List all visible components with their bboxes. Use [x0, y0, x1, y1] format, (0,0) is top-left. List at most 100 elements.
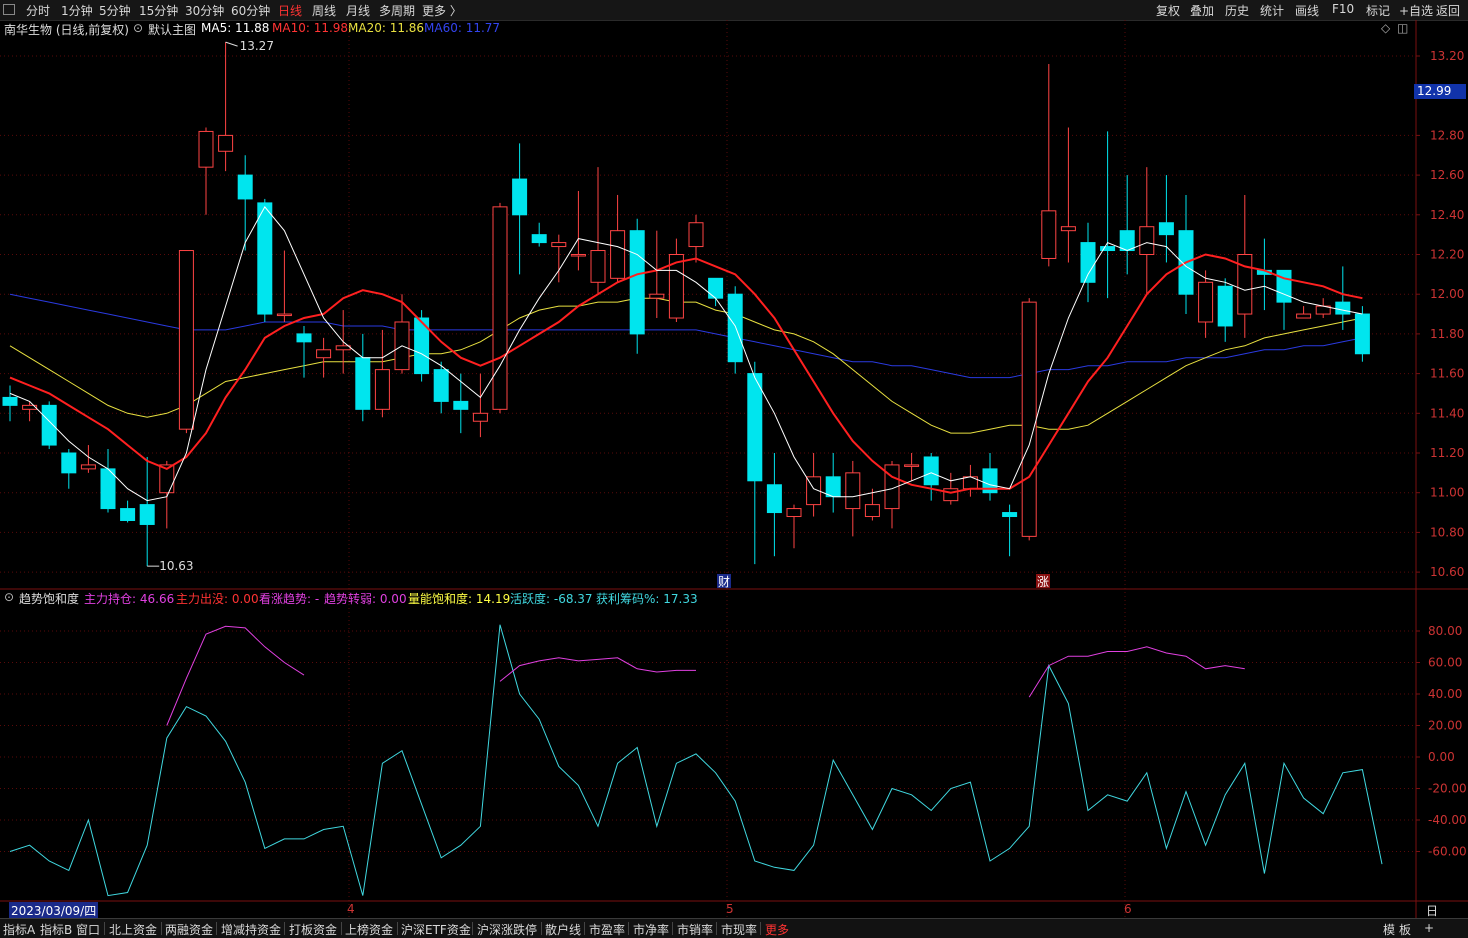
candle-body-up — [1041, 210, 1057, 259]
chart-frame — [0, 20, 1468, 918]
tab-etf-funds[interactable]: 沪深ETF资金 — [401, 921, 471, 938]
candle-body-up — [610, 230, 626, 279]
low-price-label: 10.63 — [159, 559, 193, 573]
price-tick-label: 11.00 — [1430, 486, 1464, 500]
indicator-tick-label: 20.00 — [1428, 719, 1462, 733]
tab-margin[interactable]: 两融资金 — [165, 921, 213, 938]
candle-body-down — [2, 396, 18, 406]
candlesticks — [2, 42, 1370, 567]
ma5-polyline — [9, 206, 1363, 502]
tab-retail-line[interactable]: 散户线 — [545, 921, 581, 938]
candle-body-down — [296, 333, 312, 343]
ma60-line — [9, 293, 1363, 379]
indicator-tick-label: -20.00 — [1428, 782, 1467, 796]
candle-body-up — [1296, 313, 1312, 319]
candle-body-up — [472, 412, 488, 422]
tab-window[interactable]: 窗口 — [76, 921, 100, 938]
kline-chart[interactable]: 13.20 12.80 12.60 12.40 12.20 12.00 11.80 11.60… — [0, 0, 1468, 937]
price-tick-label: 12.00 — [1430, 287, 1464, 301]
candle-body-down — [433, 369, 449, 402]
month-6-label: 6 — [1124, 902, 1132, 916]
candle-body-up — [590, 250, 606, 283]
high-price-label: 13.27 — [240, 39, 274, 53]
tab-indicator-a[interactable]: 指标A — [3, 921, 35, 938]
tab-ps[interactable]: 市销率 — [677, 921, 713, 938]
price-tick-label: 11.40 — [1430, 406, 1464, 420]
candle-body-up — [1021, 301, 1037, 537]
tab-holding-change[interactable]: 增减持资金 — [221, 921, 281, 938]
candle-body-down — [825, 476, 841, 498]
candle-body-up — [80, 464, 96, 470]
ma60-polyline — [9, 293, 1363, 379]
indicator-tick-label: -60.00 — [1428, 845, 1467, 859]
candle-body-up — [845, 472, 861, 510]
candle-body-down — [1217, 285, 1233, 327]
candle-body-up — [551, 242, 567, 248]
candle-body-down — [41, 404, 57, 446]
candle-body-up — [316, 349, 332, 359]
candle-body-up — [688, 222, 704, 248]
tab-limit-up-down[interactable]: 沪深涨跌停 — [477, 921, 537, 938]
price-tick-label: 12.60 — [1430, 168, 1464, 182]
candle-body-down — [1002, 512, 1018, 518]
candle-body-down — [1080, 242, 1096, 283]
tab-more-bottom[interactable]: 更多 — [765, 921, 789, 938]
indicator-tick-label: 0.00 — [1428, 750, 1455, 764]
candle-body-down — [512, 178, 528, 216]
price-tick-label: 11.80 — [1430, 327, 1464, 341]
main-holding-line — [499, 657, 696, 682]
tab-indicator-b[interactable]: 指标B — [40, 921, 72, 938]
candle-body-down — [629, 230, 645, 335]
tab-pcf[interactable]: 市现率 — [721, 921, 757, 938]
price-tick-label: 11.20 — [1430, 446, 1464, 460]
candle-body-down — [120, 508, 136, 521]
ma5-line — [9, 206, 1363, 502]
tab-limit-funds[interactable]: 打板资金 — [289, 921, 337, 938]
candle-body-down — [1276, 269, 1292, 303]
candle-body-up — [178, 250, 194, 430]
mode-button-ban[interactable]: 板 — [1399, 921, 1411, 938]
cai-marker: 财 — [718, 575, 730, 589]
candle-body-down — [1158, 222, 1174, 236]
candle-body-down — [61, 452, 77, 474]
month-4-label: 4 — [347, 902, 355, 916]
candle-body-down — [1335, 301, 1351, 315]
indicator-tick-label: 80.00 — [1428, 624, 1462, 638]
candle-body-down — [727, 293, 743, 363]
price-tick-label: 10.60 — [1430, 565, 1464, 579]
candle-body-up — [374, 369, 390, 410]
tab-northbound[interactable]: 北上资金 — [109, 921, 157, 938]
candle-body-down — [1119, 230, 1135, 252]
tab-pe[interactable]: 市盈率 — [589, 921, 625, 938]
price-tick-label: 12.20 — [1430, 248, 1464, 262]
month-5-label: 5 — [726, 902, 734, 916]
zoom-in-button[interactable]: + — [1424, 921, 1434, 935]
tab-pb[interactable]: 市净率 — [633, 921, 669, 938]
candle-body-up — [218, 134, 234, 152]
indicator-tick-label: 40.00 — [1428, 687, 1462, 701]
candle-body-up — [1198, 281, 1214, 323]
current-date: 2023/03/09/四 — [9, 902, 99, 919]
indicator-lines — [9, 624, 1383, 897]
candle-body-down — [923, 456, 939, 486]
candle-body-down — [1354, 313, 1370, 355]
price-tick-label: 11.60 — [1430, 367, 1464, 381]
candle-body-up — [904, 464, 920, 467]
candle-body-up — [649, 293, 665, 299]
candle-body-up — [198, 130, 214, 168]
price-tick-label: 12.40 — [1430, 208, 1464, 222]
mode-button-mo[interactable]: 模 — [1383, 921, 1395, 938]
high-marker-arrow — [225, 41, 238, 47]
candle-body-up — [570, 254, 586, 257]
price-tick-label: 12.80 — [1430, 128, 1464, 142]
candle-body-up — [786, 508, 802, 518]
price-tick-label: 10.80 — [1430, 525, 1464, 539]
candle-body-up — [492, 206, 508, 410]
candle-body-down — [257, 202, 273, 315]
tab-list-funds[interactable]: 上榜资金 — [345, 921, 393, 938]
zhang-marker: 涨 — [1037, 574, 1049, 589]
candle-body-down — [708, 277, 724, 299]
candle-body-down — [531, 234, 547, 244]
candle-body-down — [100, 468, 116, 510]
candle-body-down — [355, 357, 371, 410]
